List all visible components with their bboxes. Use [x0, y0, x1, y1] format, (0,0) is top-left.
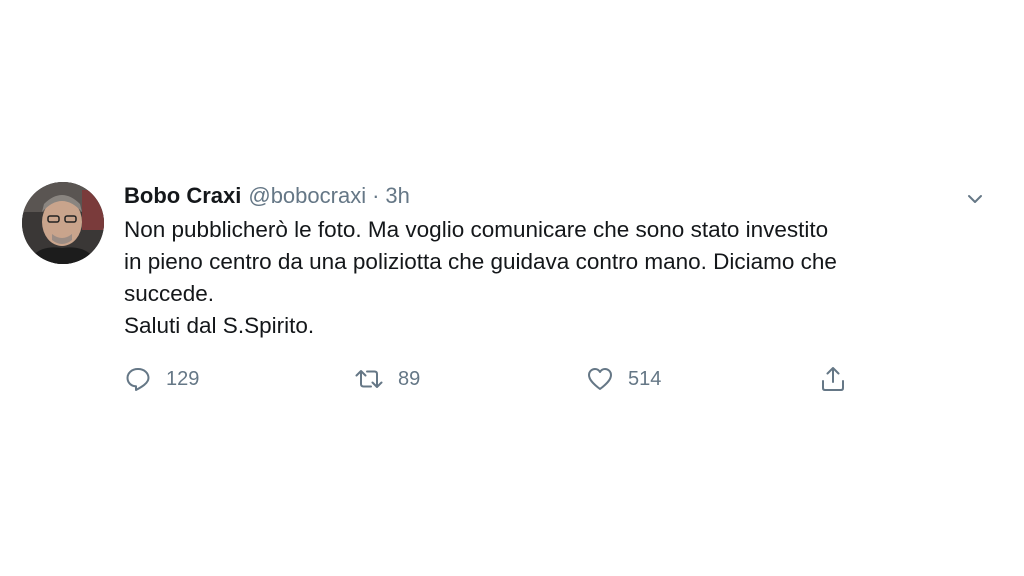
- display-name[interactable]: Bobo Craxi: [124, 178, 241, 214]
- avatar-image: [22, 182, 104, 264]
- tweet-text-line: succede.: [124, 281, 215, 306]
- tweet-timestamp[interactable]: 3h: [385, 178, 409, 214]
- tweet-actions: 129 89 514: [124, 364, 884, 394]
- tweet-text-line: in pieno centro da una poliziotta che gu…: [124, 249, 837, 274]
- like-count: 514: [628, 367, 662, 390]
- retweet-count: 89: [398, 367, 421, 390]
- header-separator: ·: [372, 183, 380, 208]
- share-icon: [819, 365, 847, 393]
- reply-icon: [124, 365, 152, 393]
- like-button[interactable]: 514: [586, 364, 661, 394]
- user-handle[interactable]: @bobocraxi: [248, 178, 366, 214]
- chevron-down-icon[interactable]: [964, 188, 986, 210]
- retweet-icon: [354, 365, 384, 393]
- heart-icon: [586, 365, 614, 393]
- reply-count: 129: [166, 367, 200, 390]
- tweet-text: Non pubblicherò le foto. Ma voglio comun…: [124, 214, 994, 342]
- tweet-text-line: Non pubblicherò le foto. Ma voglio comun…: [124, 217, 829, 242]
- avatar[interactable]: [22, 182, 104, 264]
- reply-button[interactable]: 129: [124, 364, 199, 394]
- tweet-header: Bobo Craxi @bobocraxi · 3h: [124, 178, 994, 214]
- tweet-card[interactable]: Bobo Craxi @bobocraxi · 3h Non pubbliche…: [22, 178, 1002, 408]
- retweet-button[interactable]: 89: [354, 364, 420, 394]
- share-button[interactable]: [819, 364, 847, 394]
- tweet-text-line: Saluti dal S.Spirito.: [124, 313, 315, 338]
